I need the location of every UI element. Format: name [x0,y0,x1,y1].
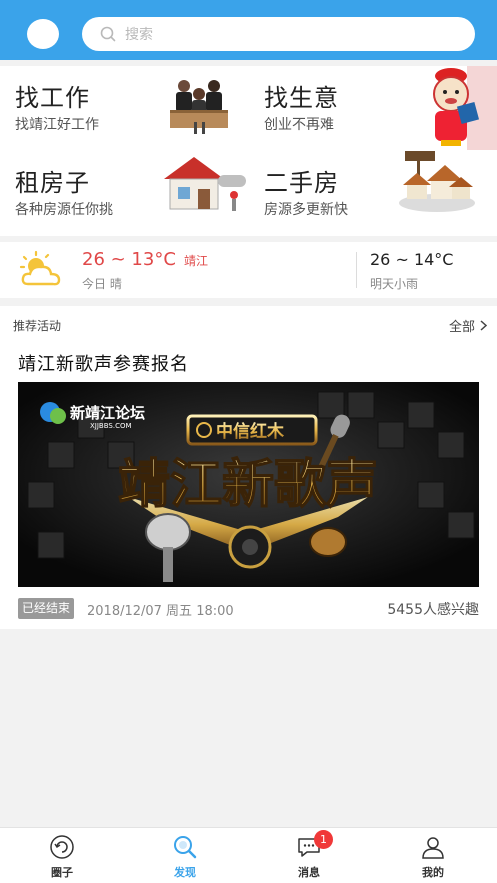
discover-search-icon [174,836,197,859]
service-find-business[interactable]: 找生意 创业不再难 [249,66,497,151]
tab-label: 发现 [174,866,196,879]
search-icon [100,26,116,42]
banner-logo-url: XJJBBS.COM [90,422,132,430]
search-placeholder: 搜索 [125,27,153,43]
houses-for-sale-icon [399,151,475,212]
weather-city: 靖江 [184,254,209,268]
banner-logo-text: 新靖江论坛 [70,404,145,422]
top-bar: 搜索 [0,0,497,60]
tomorrow-temperature: 26 ~ 14°C [370,250,454,269]
lucky-cat-mascot-icon [433,66,497,150]
event-datetime: 2018/12/07 周五 18:00 [87,604,234,619]
service-second-hand-house[interactable]: 二手房 房源多更新快 [249,151,497,236]
bottom-tab-bar: 圈子 发现 消息 1 我的 [0,827,497,883]
service-find-job[interactable]: 找工作 找靖江好工作 [0,66,248,151]
search-bar[interactable]: 搜索 [82,17,475,51]
user-profile-icon [422,837,444,859]
service-subtitle: 找靖江好工作 [15,117,99,133]
banner-headline: 靖江新歌声 [118,455,378,515]
tab-discover[interactable]: 发现 [150,834,220,880]
weather-divider [356,252,357,288]
view-all-link[interactable]: 全部 [449,316,487,335]
house-key-icon [164,157,246,211]
today-temperature: 26 ~ 13°C [82,249,176,270]
tomorrow-weather-desc: 明天小雨 [370,277,419,291]
today-weather-desc: 今日 晴 [82,277,122,291]
tab-label: 圈子 [51,866,73,879]
avatar[interactable] [27,19,59,49]
banner-sponsor-text: 中信红木 [216,421,285,442]
event-banner[interactable]: 新靖江论坛 XJJBBS.COM 中信红木 靖江新歌声 [18,382,479,587]
service-title: 找工作 [15,84,90,112]
service-subtitle: 各种房源任你挑 [15,202,113,218]
section-label: 推荐活动 [13,319,62,333]
service-title: 二手房 [264,169,339,197]
weather-panel[interactable]: 26 ~ 13°C 靖江 今日 晴 26 ~ 14°C 明天小雨 [0,242,497,298]
tab-label: 消息 [298,866,320,879]
service-rent-house[interactable]: 租房子 各种房源任你挑 [0,151,248,236]
service-grid: 找工作 找靖江好工作 找生意 创业不再难 租房子 各种房源任你挑 二手房 房源多… [0,66,497,236]
tab-messages[interactable]: 消息 1 [274,830,344,880]
tab-label: 我的 [422,866,444,879]
circle-refresh-icon [50,835,74,859]
service-subtitle: 创业不再难 [264,117,334,133]
office-desk-people-icon [170,80,228,134]
sunny-cloud-icon [19,250,61,286]
service-subtitle: 房源多更新快 [264,202,348,218]
chevron-right-icon [480,320,487,331]
tab-circle[interactable]: 圈子 [27,834,97,880]
status-badge: 已经结束 [18,598,75,619]
tab-me[interactable]: 我的 [398,834,468,880]
unread-badge: 1 [314,830,333,849]
recommended-section: 推荐活动 全部 靖江新歌声参赛报名 新靖江论坛 XJJBBS.COM 中信红木 … [0,306,497,629]
service-title: 租房子 [15,169,90,197]
event-interest-count: 5455人感兴趣 [387,602,479,618]
view-all-label: 全部 [448,320,475,335]
event-banner-image: 新靖江论坛 XJJBBS.COM 中信红木 靖江新歌声 [18,382,479,587]
service-title: 找生意 [264,84,339,112]
event-title[interactable]: 靖江新歌声参赛报名 [18,350,189,376]
